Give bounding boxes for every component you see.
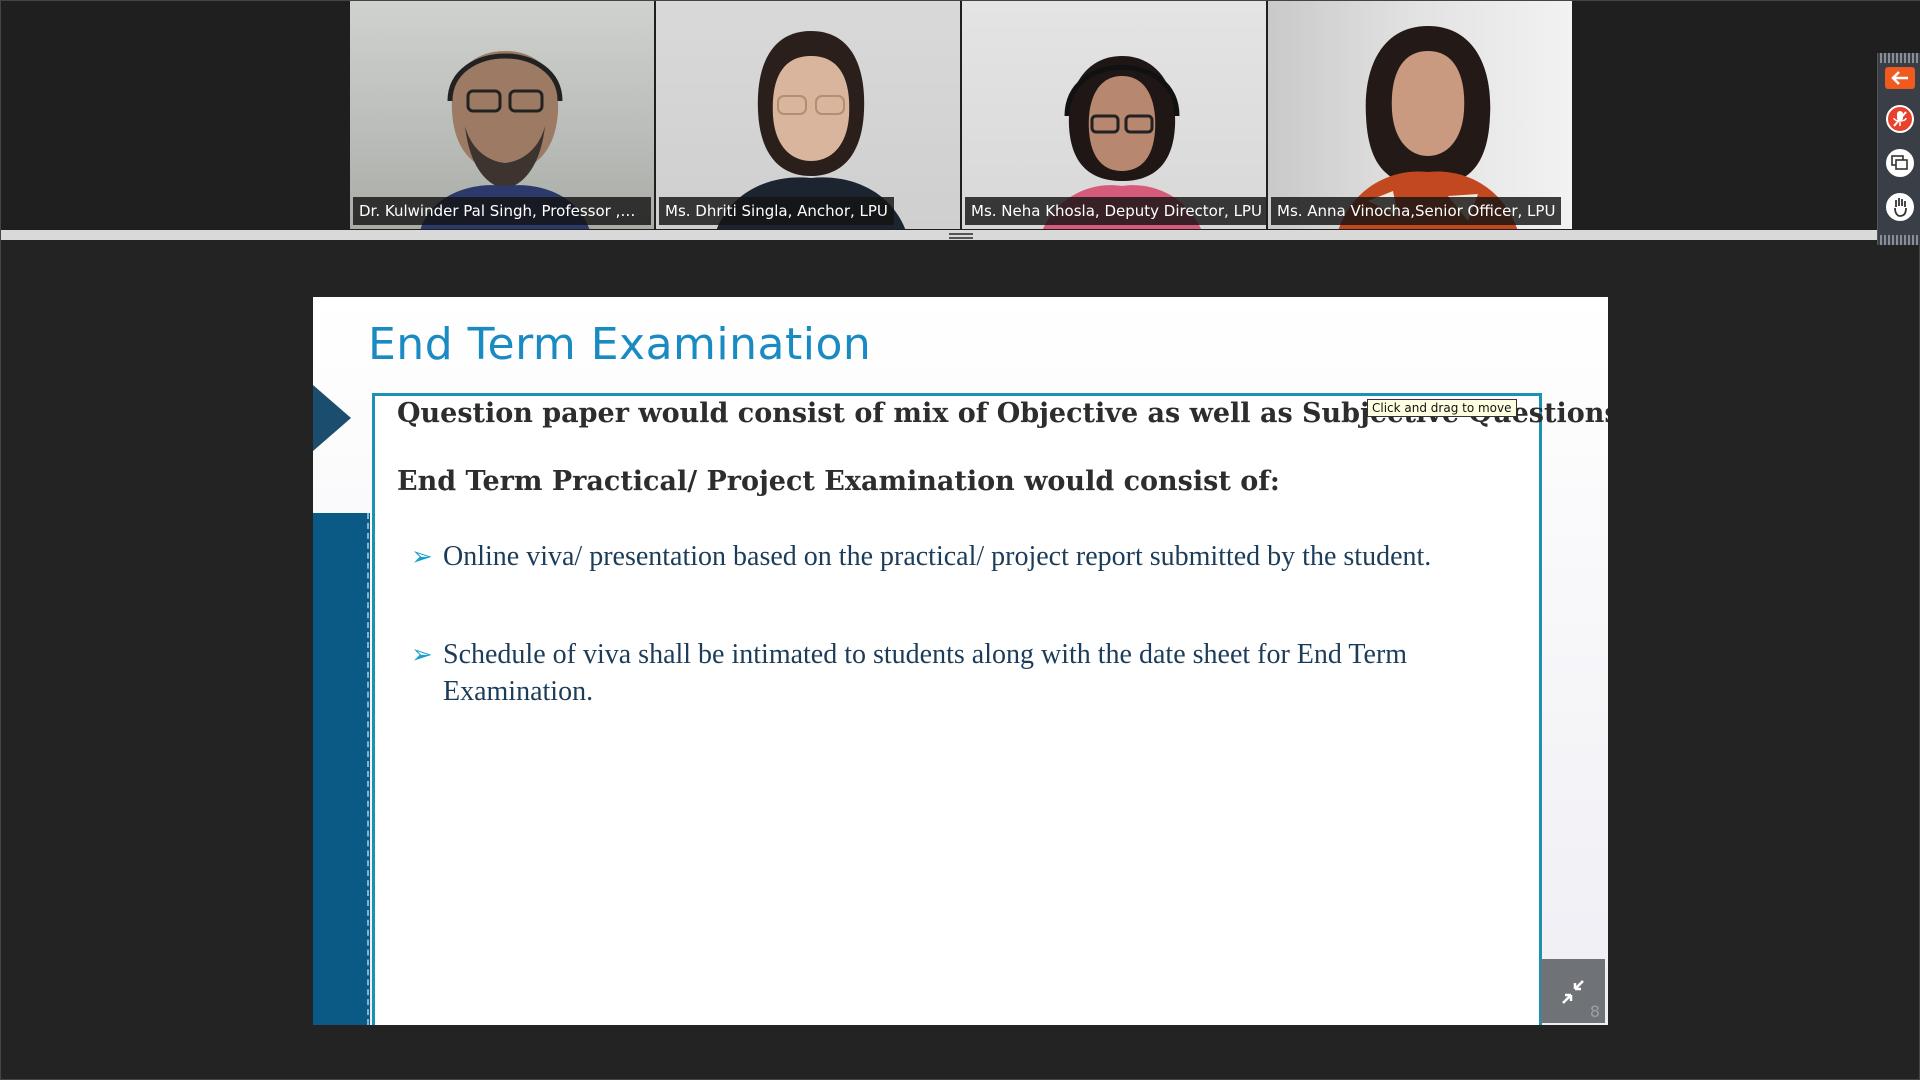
bullet-arrow-icon: ➢	[411, 640, 433, 669]
participant-tile[interactable]: Ms. Neha Khosla, Deputy Director, LPU	[962, 1, 1266, 229]
toolbar-grip-icon[interactable]	[1880, 235, 1919, 245]
slide-page-number: 8	[1589, 1002, 1600, 1021]
participant-video-strip: Dr. Kulwinder Pal Singh, Professor ,Depu…	[1, 1, 1920, 231]
slide-text-line: End Term Practical/ Project Examination …	[397, 466, 1280, 497]
raise-hand-icon[interactable]	[1886, 193, 1914, 221]
resize-handle-icon[interactable]	[949, 231, 973, 239]
participant-name-label: Ms. Neha Khosla, Deputy Director, LPU	[965, 197, 1266, 225]
slide-title: End Term Examination	[368, 319, 872, 370]
participant-tile[interactable]: Dr. Kulwinder Pal Singh, Professor ,Depu…	[350, 1, 654, 229]
participant-name-label: Dr. Kulwinder Pal Singh, Professor ,Depu…	[353, 197, 651, 225]
participant-tile[interactable]: Ms. Anna Vinocha,Senior Officer, LPU	[1268, 1, 1572, 229]
slide-bullet-item: ➢ Schedule of viva shall be intimated to…	[411, 636, 1471, 710]
participant-name-label: Ms. Dhriti Singla, Anchor, LPU	[659, 197, 894, 225]
microphone-muted-icon[interactable]	[1886, 105, 1914, 133]
participant-name-label: Ms. Anna Vinocha,Senior Officer, LPU	[1271, 197, 1562, 225]
exit-fullscreen-button[interactable]: 8	[1541, 959, 1605, 1023]
meeting-window: Dr. Kulwinder Pal Singh, Professor ,Depu…	[0, 0, 1920, 1080]
bullet-arrow-icon: ➢	[411, 542, 433, 571]
slide-decoration-bar	[313, 513, 370, 1025]
bullet-text: Schedule of viva shall be intimated to s…	[443, 639, 1408, 707]
drag-tooltip: Click and drag to move	[1367, 399, 1517, 417]
toolbar-grip-icon[interactable]	[1880, 53, 1919, 63]
exit-arrow-icon[interactable]	[1885, 67, 1915, 89]
floating-meeting-toolbar	[1877, 53, 1920, 245]
bullet-text: Online viva/ presentation based on the p…	[443, 541, 1432, 572]
slide-decoration-arrow	[313, 385, 351, 451]
screen-share-icon[interactable]	[1886, 149, 1914, 177]
slide-content-box: Question paper would consist of mix of O…	[372, 393, 1608, 1025]
slide-bullet-item: ➢ Online viva/ presentation based on the…	[411, 538, 1511, 575]
slide-decoration-edge	[367, 513, 371, 1025]
participant-tile[interactable]: Ms. Dhriti Singla, Anchor, LPU	[656, 1, 960, 229]
